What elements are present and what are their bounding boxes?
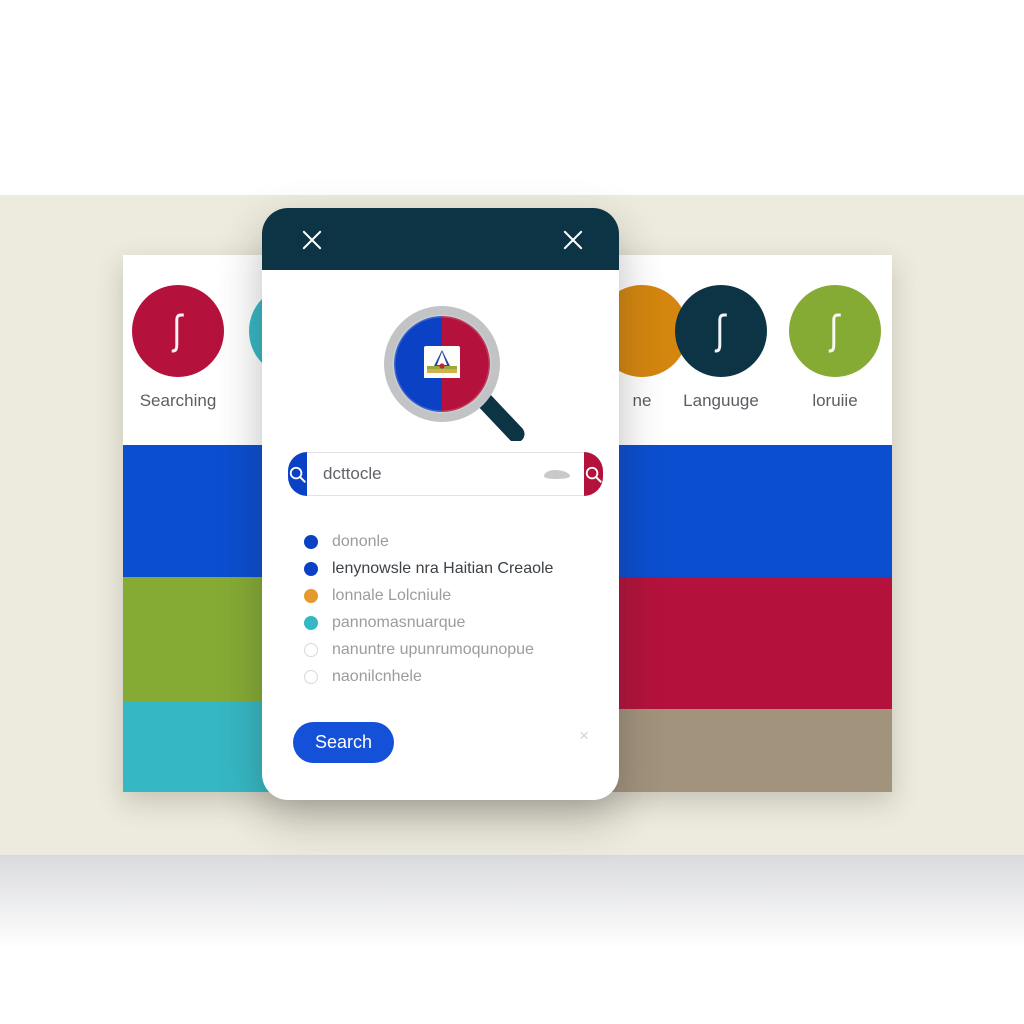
suggestion-item[interactable]: dononle (304, 528, 619, 555)
suggestion-bullet-icon (304, 561, 318, 576)
suggestion-bullet-icon (304, 669, 318, 684)
search-bar[interactable] (288, 452, 603, 496)
suggestion-item[interactable]: pannomasnuarque (304, 609, 619, 636)
modal-footer: Search × (262, 704, 619, 800)
chip-label-locale: loruiie (812, 391, 858, 410)
field-smudge-mark (544, 469, 570, 479)
search-icon[interactable] (288, 452, 307, 496)
suggestion-item[interactable]: naonilcnhele (304, 663, 619, 690)
suggestion-label: pannomasnuarque (332, 613, 466, 631)
suggestion-label: dononle (332, 532, 389, 550)
suggestion-item[interactable]: lonnale Lolcniule (304, 582, 619, 609)
language-chip-searching[interactable]: ʃ Searching (131, 285, 225, 411)
suggestion-bullet-icon (304, 615, 318, 630)
chip-glyph-icon: ʃ (829, 308, 841, 354)
close-icon[interactable] (298, 226, 326, 254)
suggestion-label: lenynowsle nra Haitian Creaole (332, 559, 554, 577)
flag-stripes-right (610, 445, 892, 792)
suggestion-bullet-icon (304, 534, 318, 549)
suggestion-bullet-icon (304, 642, 318, 657)
chip-label-language: Languuge (683, 391, 759, 410)
search-field-wrapper[interactable] (307, 452, 584, 496)
search-glyph-icon (585, 466, 602, 483)
chip-label-searching: Searching (139, 391, 217, 410)
screenshot-stage: ʃ Searching ne ʃ Languuge ʃ loruiie dctt… (0, 0, 1024, 1024)
chip-glyph-icon: ʃ (715, 308, 727, 354)
suggestion-label: nanuntre upunrumoqunopue (332, 640, 534, 658)
suggestion-label: lonnale Lolcniule (332, 586, 452, 604)
chip-circle-searching: ʃ (132, 285, 224, 377)
language-chip-locale[interactable]: ʃ loruiie (788, 285, 882, 411)
chip-glyph-icon: ʃ (172, 308, 184, 354)
suggestion-item[interactable]: nanuntre upunrumoqunopue (304, 636, 619, 663)
search-input[interactable] (323, 464, 544, 484)
suggestion-item[interactable]: lenynowsle nra Haitian Creaole (304, 555, 619, 582)
language-chip-language[interactable]: ʃ Languuge (674, 285, 768, 411)
language-search-modal: dononle lenynowsle nra Haitian Creaole lon… (262, 208, 619, 800)
chip-circle-locale: ʃ (789, 285, 881, 377)
search-submit-icon-button[interactable] (584, 452, 603, 496)
page-glow (0, 855, 1024, 1024)
magnifier-flag-icon (384, 306, 525, 441)
flag-stripe-1 (610, 576, 892, 709)
modal-header (262, 208, 619, 270)
suggestion-bullet-icon (304, 588, 318, 603)
flag-stripe-0 (610, 445, 892, 577)
close-icon[interactable] (559, 226, 587, 254)
modal-hero (262, 270, 619, 452)
chip-circle-language: ʃ (675, 285, 767, 377)
search-button[interactable]: Search (293, 722, 395, 763)
suggestion-label: naonilcnhele (332, 667, 422, 685)
search-glyph-icon (289, 466, 306, 483)
flag-stripe-2 (610, 708, 892, 792)
suggestion-list: dononle lenynowsle nra Haitian Creaole lon… (304, 528, 619, 690)
footer-corner-mark: × (579, 726, 589, 745)
